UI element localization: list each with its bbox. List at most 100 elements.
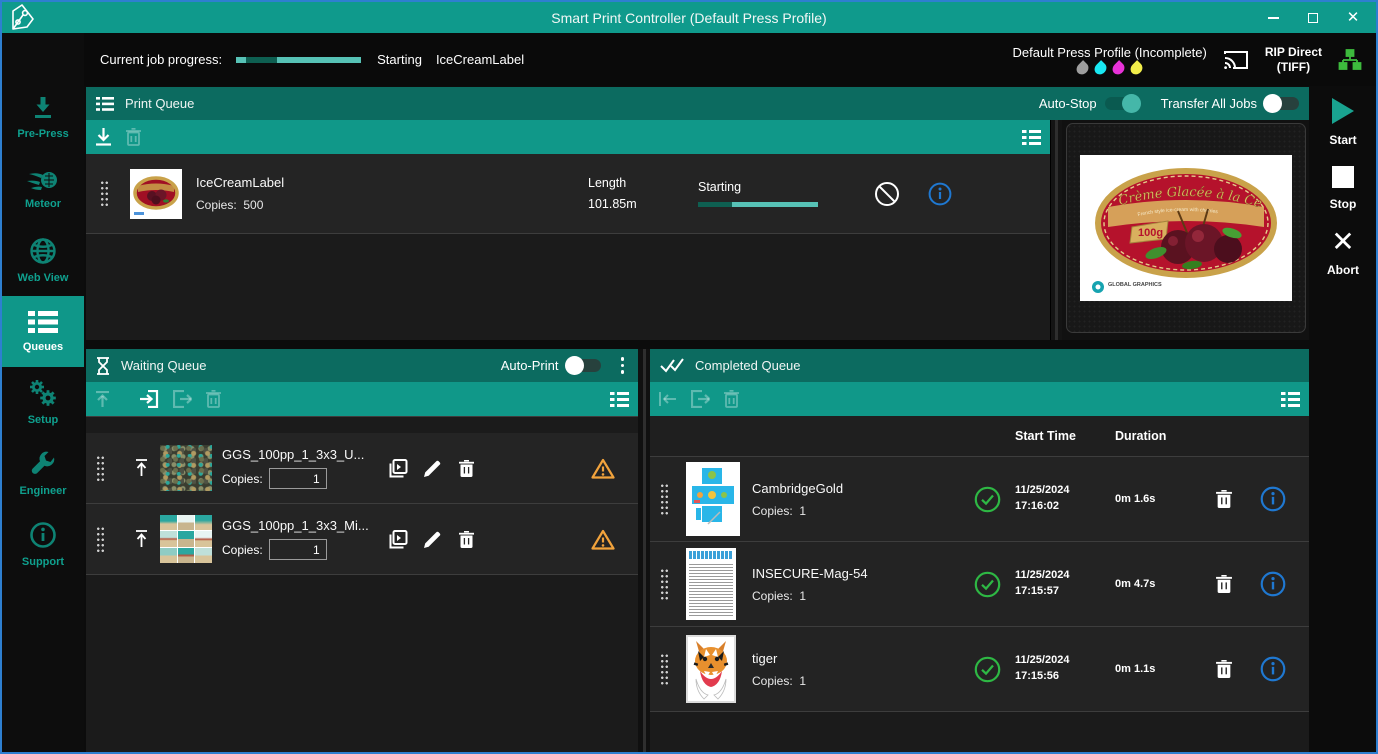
abort-icon: ✕ (1331, 230, 1354, 254)
print-queue-scrollbar[interactable] (1050, 120, 1062, 340)
sidebar-item-meteor[interactable]: Meteor (2, 154, 84, 225)
completed-job-row[interactable]: tiger Copies: 1 11/25/2024 17:15:56 0m 1… (650, 627, 1309, 712)
print-queue-toolbar (86, 120, 1050, 154)
start-time: 11/25/2024 17:15:57 (1015, 568, 1115, 600)
job-info-icon[interactable] (916, 182, 964, 206)
app-logo-icon (9, 3, 39, 32)
sidebar: Pre-Press Meteor Web View Queues (2, 33, 84, 752)
drag-handle[interactable] (660, 653, 668, 685)
job-name: tiger (752, 651, 959, 666)
press-profile: Default Press Profile (Incomplete) (1013, 45, 1207, 74)
sidebar-item-support[interactable]: Support (2, 509, 84, 580)
warning-icon[interactable] (574, 458, 632, 479)
drag-handle[interactable] (660, 483, 668, 515)
job-info-icon[interactable] (1247, 486, 1299, 512)
copies-input[interactable] (269, 468, 327, 489)
delete-job-icon[interactable] (1201, 490, 1247, 508)
duplicate-job-icon[interactable] (380, 530, 416, 549)
move-job-to-top-icon[interactable] (122, 530, 160, 548)
duplicate-job-icon[interactable] (380, 459, 416, 478)
col-duration: Duration (1115, 429, 1201, 443)
globe-icon (29, 237, 57, 265)
job-thumbnail (130, 169, 196, 219)
press-action-bar: Start Stop ✕ Abort (1310, 86, 1376, 346)
title-bar: Smart Print Controller (Default Press Pr… (2, 2, 1376, 33)
auto-print-toggle[interactable]: Auto-Print (501, 358, 601, 373)
delete-job-icon[interactable] (448, 531, 484, 548)
sidebar-label: Meteor (25, 198, 61, 210)
edit-job-icon[interactable] (416, 460, 448, 477)
job-name: CambridgeGold (752, 481, 959, 496)
waiting-queue-title: Waiting Queue (121, 358, 207, 373)
sidebar-item-pre-press[interactable]: Pre-Press (2, 83, 84, 154)
stop-label: Stop (1330, 197, 1357, 211)
delete-job-icon[interactable] (1201, 660, 1247, 678)
length-label: Length (588, 176, 698, 190)
close-button[interactable]: ✕ (1344, 9, 1362, 27)
progress-status: Starting (377, 52, 422, 67)
maximize-button[interactable] (1304, 9, 1322, 27)
drag-handle[interactable] (660, 568, 668, 600)
delete-icon[interactable] (206, 390, 221, 408)
job-info-icon[interactable] (1247, 571, 1299, 597)
job-name: INSECURE-Mag-54 (752, 566, 959, 581)
sidebar-item-engineer[interactable]: Engineer (2, 438, 84, 509)
delete-icon[interactable] (724, 390, 739, 408)
progress-job-name: IceCreamLabel (436, 52, 524, 67)
move-to-top-icon[interactable] (95, 391, 110, 408)
job-thumbnail (686, 548, 752, 620)
export-job-icon[interactable] (173, 390, 192, 408)
copies-input[interactable] (269, 539, 327, 560)
sidebar-item-web-view[interactable]: Web View (2, 225, 84, 296)
sidebar-item-setup[interactable]: Setup (2, 367, 84, 438)
start-button[interactable]: Start (1329, 98, 1356, 147)
waiting-queue-menu-icon[interactable] (617, 355, 629, 376)
drag-handle[interactable] (96, 526, 104, 553)
meteor-icon (27, 169, 59, 191)
print-job-row[interactable]: IceCreamLabel Copies: 500 Length 101.85m… (86, 154, 1050, 234)
view-mode-icon[interactable] (610, 392, 629, 407)
hourglass-icon (96, 357, 110, 375)
completed-job-row[interactable]: CambridgeGold Copies: 1 11/25/2024 17:16… (650, 457, 1309, 542)
delete-icon[interactable] (126, 128, 141, 146)
view-mode-icon[interactable] (1022, 130, 1041, 145)
copies-label: Copies: (196, 198, 237, 212)
minimize-button[interactable] (1264, 9, 1282, 27)
delete-job-icon[interactable] (1201, 575, 1247, 593)
export-job-icon[interactable] (691, 390, 710, 408)
queues-icon (28, 310, 58, 334)
auto-stop-toggle[interactable]: Auto-Stop (1039, 96, 1139, 111)
waiting-job-row[interactable]: GGS_100pp_1_3x3_Mi... Copies: (86, 504, 638, 575)
drag-handle[interactable] (96, 455, 104, 482)
queue-list-icon (96, 97, 114, 111)
double-check-icon (660, 358, 684, 373)
network-icon[interactable] (1338, 48, 1362, 72)
move-job-to-top-icon[interactable] (122, 459, 160, 477)
waiting-job-row[interactable]: GGS_100pp_1_3x3_U... Copies: (86, 433, 638, 504)
start-time: 11/25/2024 17:15:56 (1015, 653, 1115, 685)
sidebar-label: Engineer (19, 485, 66, 497)
copies-value: 1 (799, 504, 806, 518)
move-to-start-icon[interactable] (659, 392, 677, 406)
start-time: 11/25/2024 17:16:02 (1015, 483, 1115, 515)
sidebar-label: Pre-Press (17, 128, 68, 140)
drag-handle[interactable] (100, 180, 108, 207)
abort-button[interactable]: ✕ Abort (1327, 230, 1359, 277)
sidebar-item-queues[interactable]: Queues (2, 296, 84, 367)
completed-job-row[interactable]: INSECURE-Mag-54 Copies: 1 11/25/2024 17:… (650, 542, 1309, 627)
cast-icon[interactable] (1223, 49, 1249, 71)
warning-icon[interactable] (574, 529, 632, 550)
import-job-icon[interactable] (140, 390, 159, 408)
transfer-all-jobs-toggle[interactable]: Transfer All Jobs (1161, 96, 1299, 111)
delete-job-icon[interactable] (448, 460, 484, 477)
job-thumbnail (160, 445, 222, 491)
queues-divider-scrollbar[interactable] (638, 349, 650, 752)
completed-queue-title: Completed Queue (695, 358, 801, 373)
stop-button[interactable]: Stop (1330, 166, 1357, 211)
cancel-job-icon[interactable] (858, 181, 916, 207)
sidebar-label: Setup (28, 414, 59, 426)
job-info-icon[interactable] (1247, 656, 1299, 682)
edit-job-icon[interactable] (416, 531, 448, 548)
move-to-print-icon[interactable] (95, 128, 112, 146)
view-mode-icon[interactable] (1281, 392, 1300, 407)
